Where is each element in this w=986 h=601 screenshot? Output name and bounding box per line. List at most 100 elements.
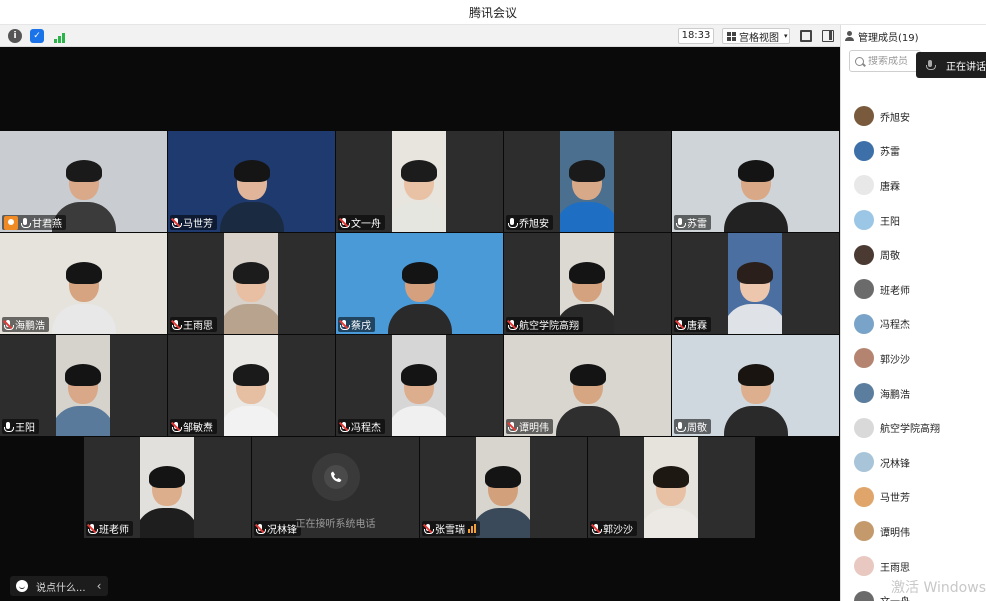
- member-item[interactable]: 航空学院高翔: [841, 410, 986, 445]
- participant-name-tag: 海鹏浩: [2, 317, 49, 332]
- member-search-input[interactable]: [868, 55, 920, 67]
- participant-name: 马世芳: [183, 219, 213, 230]
- chat-placeholder: 说点什么...: [36, 582, 86, 594]
- avatar: [854, 383, 874, 404]
- camera-feed: [392, 335, 446, 436]
- speaking-label: 正在讲话:: [946, 61, 986, 73]
- member-item[interactable]: 唐霖: [841, 168, 986, 203]
- video-tile[interactable]: 王阳: [0, 335, 167, 436]
- video-tile[interactable]: 邹敏焘: [168, 335, 335, 436]
- member-name: 王雨思: [880, 562, 910, 574]
- camera-feed: [476, 437, 530, 538]
- mic-muted-icon: [2, 319, 14, 330]
- member-name: 王阳: [880, 216, 900, 228]
- participant-video: [140, 466, 194, 538]
- member-item[interactable]: 郭沙沙: [841, 341, 986, 376]
- member-name: 郭沙沙: [880, 354, 910, 366]
- video-tile[interactable]: 王雨思: [168, 233, 335, 334]
- participant-video: [723, 364, 788, 436]
- signal-icon[interactable]: [52, 29, 66, 43]
- video-tile[interactable]: 谭明伟: [504, 335, 671, 436]
- participant-name-tag: 周敬: [674, 419, 711, 434]
- participant-name-tag: 航空学院高翔: [506, 317, 583, 332]
- participant-name: 周敬: [687, 423, 707, 434]
- participant-video: [392, 364, 446, 436]
- member-item[interactable]: 海鹏浩: [841, 376, 986, 411]
- member-item[interactable]: 谭明伟: [841, 514, 986, 549]
- participant-name: 邹敏焘: [183, 423, 213, 434]
- video-tile[interactable]: 航空学院高翔: [504, 233, 671, 334]
- meeting-toolbar: i ✓ 18:33 宫格视图 ▾: [0, 25, 840, 47]
- speaking-indicator: 正在讲话:: [916, 52, 986, 78]
- participant-name-tag: 班老师: [86, 521, 133, 536]
- view-mode-dropdown[interactable]: 宫格视图 ▾: [722, 28, 790, 44]
- participant-name-tag: 文一舟: [338, 215, 385, 230]
- mic-muted-icon: [506, 319, 518, 330]
- avatar: [854, 279, 874, 300]
- info-icon[interactable]: i: [8, 29, 22, 43]
- video-grid: 郭沙沙 张雪瑞 况林锋 班老师 周敬 谭明伟 冯程杰 邹敏焘 王阳 唐霖 航空学院高翔 蔡戌 王雨思 海鹏…: [0, 47, 840, 601]
- member-name: 乔旭安: [880, 112, 910, 124]
- video-tile[interactable]: 乔旭安: [504, 131, 671, 232]
- camera-feed: [224, 335, 278, 436]
- member-item[interactable]: 苏雷: [841, 134, 986, 169]
- member-item[interactable]: 乔旭安: [841, 99, 986, 134]
- participant-video: [387, 262, 452, 334]
- mic-muted-icon: [86, 523, 98, 534]
- participant-name-tag: 蔡戌: [338, 317, 375, 332]
- avatar: [854, 348, 874, 369]
- participant-name: 谭明伟: [519, 423, 549, 434]
- participant-video: [476, 466, 530, 538]
- video-tile[interactable]: 郭沙沙: [588, 437, 755, 538]
- mic-muted-icon: [422, 523, 434, 534]
- mic-muted-icon: [170, 421, 182, 432]
- emoji-icon[interactable]: [16, 580, 28, 592]
- member-item[interactable]: 周敬: [841, 237, 986, 272]
- video-tile[interactable]: 周敬: [672, 335, 839, 436]
- mic-icon: [676, 217, 686, 228]
- search-icon: [855, 56, 864, 66]
- participant-video: [723, 160, 788, 232]
- participant-video: [560, 160, 614, 232]
- participant-name: 班老师: [99, 525, 129, 536]
- user-icon: [845, 31, 854, 41]
- member-item[interactable]: 冯程杰: [841, 307, 986, 342]
- video-tile[interactable]: 冯程杰: [336, 335, 503, 436]
- toggle-sidebar-icon[interactable]: [822, 30, 834, 42]
- participant-name: 王阳: [15, 423, 35, 434]
- participant-name-tag: 谭明伟: [506, 419, 553, 434]
- mic-icon: [508, 217, 518, 228]
- member-item[interactable]: 马世芳: [841, 480, 986, 515]
- participant-name-tag: 甘君燕: [2, 215, 66, 230]
- member-sidebar: 管理成员(19) 正在讲话: 乔旭安苏雷唐霖王阳周敬班老师冯程杰郭沙沙海鹏浩航空…: [840, 25, 986, 601]
- avatar: [854, 175, 874, 196]
- participant-name: 王雨思: [183, 321, 213, 332]
- video-tile[interactable]: 唐霖: [672, 233, 839, 334]
- video-tile[interactable]: 甘君燕: [0, 131, 167, 232]
- participant-video: [219, 160, 284, 232]
- video-tile[interactable]: 文一舟: [336, 131, 503, 232]
- participant-name: 张雪瑞: [435, 525, 465, 536]
- video-tile[interactable]: 海鹏浩: [0, 233, 167, 334]
- member-item[interactable]: 况林锋: [841, 445, 986, 480]
- collapse-chat-icon[interactable]: ‹: [92, 576, 106, 596]
- shield-icon[interactable]: ✓: [30, 29, 44, 43]
- member-item[interactable]: 王阳: [841, 203, 986, 238]
- camera-feed: [56, 335, 110, 436]
- member-item[interactable]: 班老师: [841, 272, 986, 307]
- fullscreen-icon[interactable]: [800, 30, 812, 42]
- mic-muted-icon: [170, 319, 182, 330]
- mic-muted-icon: [590, 523, 602, 534]
- member-count: 管理成员(19): [858, 32, 919, 44]
- activation-watermark: 激活 Windows: [891, 580, 986, 596]
- participant-name: 苏雷: [687, 219, 707, 230]
- camera-feed: [560, 131, 614, 232]
- video-tile[interactable]: 马世芳: [168, 131, 335, 232]
- video-tile[interactable]: 蔡戌: [336, 233, 503, 334]
- member-search[interactable]: [849, 50, 921, 72]
- video-tile[interactable]: 张雪瑞: [420, 437, 587, 538]
- participant-name: 文一舟: [351, 219, 381, 230]
- video-tile[interactable]: 班老师: [84, 437, 251, 538]
- member-name: 马世芳: [880, 493, 910, 505]
- video-tile[interactable]: 苏雷: [672, 131, 839, 232]
